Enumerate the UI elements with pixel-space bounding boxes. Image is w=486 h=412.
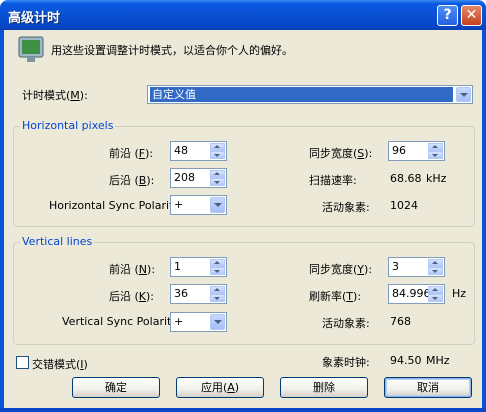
timing-mode-label: 计时模式(M): xyxy=(22,89,88,102)
h-back-porch-label: 后沿 (B): xyxy=(109,174,155,187)
h-back-porch-spinner[interactable]: 208 xyxy=(170,168,227,188)
horizontal-group-title: Horizontal pixels xyxy=(20,119,116,132)
title-bar[interactable]: 高级计时 ? ✕ xyxy=(0,0,486,30)
h-back-porch-value: 208 xyxy=(174,171,195,184)
timing-mode-select[interactable]: 自定义值 xyxy=(147,85,473,104)
refresh-rate-label: 刷新率(T): xyxy=(309,290,362,303)
pixel-clock-value: 94.50 xyxy=(390,354,422,367)
spin-up-icon[interactable] xyxy=(210,170,225,178)
chevron-down-icon[interactable] xyxy=(456,87,471,102)
v-front-porch-value: 1 xyxy=(174,260,181,273)
vertical-group-title: Vertical lines xyxy=(20,235,95,248)
v-back-porch-value: 36 xyxy=(174,287,188,300)
ok-button[interactable]: 确定 xyxy=(72,377,160,398)
spin-up-icon[interactable] xyxy=(210,259,225,267)
spin-down-icon[interactable] xyxy=(210,267,225,275)
h-sync-width-spinner[interactable]: 96 xyxy=(388,141,445,161)
help-button[interactable]: ? xyxy=(437,5,458,26)
window-title: 高级计时 xyxy=(8,11,61,26)
spin-up-icon[interactable] xyxy=(428,286,443,294)
interlaced-label: 交错模式(I) xyxy=(32,358,88,371)
h-active-pixels-value: 1024 xyxy=(390,199,418,212)
v-sync-polarity-value: + xyxy=(174,315,184,328)
v-front-porch-spinner[interactable]: 1 xyxy=(170,257,227,277)
spin-down-icon[interactable] xyxy=(428,151,443,159)
window-frame-bottom xyxy=(0,408,486,412)
dialog-body: 用这些设置调整计时模式，以适合你个人的偏好。 计时模式(M): 自定义值 Hor… xyxy=(4,30,482,408)
refresh-rate-unit: Hz xyxy=(452,287,467,300)
v-active-pixels-value: 768 xyxy=(390,315,411,328)
spin-down-icon[interactable] xyxy=(428,294,443,302)
apply-button[interactable]: 应用(A) xyxy=(176,377,264,398)
v-active-pixels-label: 活动象素: xyxy=(322,317,370,330)
v-sync-width-spinner[interactable]: 3 xyxy=(388,257,445,277)
h-front-porch-spinner[interactable]: 48 xyxy=(170,141,227,161)
h-sync-polarity-select[interactable]: + xyxy=(170,195,227,215)
v-sync-polarity-select[interactable]: + xyxy=(170,312,227,332)
h-sync-polarity-value: + xyxy=(174,198,184,211)
h-sync-width-label: 同步宽度(S): xyxy=(309,147,373,160)
v-sync-width-label: 同步宽度(Y): xyxy=(309,263,373,276)
spin-up-icon[interactable] xyxy=(428,259,443,267)
timing-mode-value: 自定义值 xyxy=(150,87,453,102)
cancel-button[interactable]: 取消 xyxy=(384,377,472,398)
v-front-porch-label: 前沿 (N): xyxy=(109,263,156,276)
spin-down-icon[interactable] xyxy=(428,267,443,275)
scan-rate-unit: kHz xyxy=(426,172,447,185)
h-active-pixels-label: 活动象素: xyxy=(322,201,370,214)
pixel-clock-label: 象素时钟: xyxy=(322,356,370,369)
h-sync-polarity-label: Horizontal Sync Polarity xyxy=(49,199,180,212)
delete-button[interactable]: 删除 xyxy=(280,377,368,398)
scan-rate-value: 68.68 xyxy=(390,172,422,185)
refresh-rate-value: 84.996 xyxy=(392,287,431,300)
monitor-icon xyxy=(18,36,44,62)
v-back-porch-label: 后沿 (K): xyxy=(109,290,155,303)
spin-down-icon[interactable] xyxy=(210,178,225,186)
refresh-rate-spinner[interactable]: 84.996 xyxy=(388,284,445,304)
spin-up-icon[interactable] xyxy=(210,143,225,151)
close-button[interactable]: ✕ xyxy=(461,5,482,26)
interlaced-checkbox[interactable] xyxy=(16,356,29,369)
h-sync-width-value: 96 xyxy=(392,144,406,157)
description-text: 用这些设置调整计时模式，以适合你个人的偏好。 xyxy=(51,44,293,57)
v-sync-polarity-label: Vertical Sync Polarity xyxy=(62,315,178,328)
scan-rate-label: 扫描速率: xyxy=(309,174,357,187)
chevron-down-icon[interactable] xyxy=(210,197,225,213)
spin-down-icon[interactable] xyxy=(210,294,225,302)
h-front-porch-value: 48 xyxy=(174,144,188,157)
spin-up-icon[interactable] xyxy=(210,286,225,294)
pixel-clock-unit: MHz xyxy=(426,354,450,367)
chevron-down-icon[interactable] xyxy=(210,314,225,330)
dialog-window: 高级计时 ? ✕ 用这些设置调整计时模式，以适合你个人的偏好。 计时模式(M):… xyxy=(0,0,486,412)
spin-down-icon[interactable] xyxy=(210,151,225,159)
v-sync-width-value: 3 xyxy=(392,260,399,273)
h-front-porch-label: 前沿 (F): xyxy=(109,147,154,160)
spin-up-icon[interactable] xyxy=(428,143,443,151)
v-back-porch-spinner[interactable]: 36 xyxy=(170,284,227,304)
